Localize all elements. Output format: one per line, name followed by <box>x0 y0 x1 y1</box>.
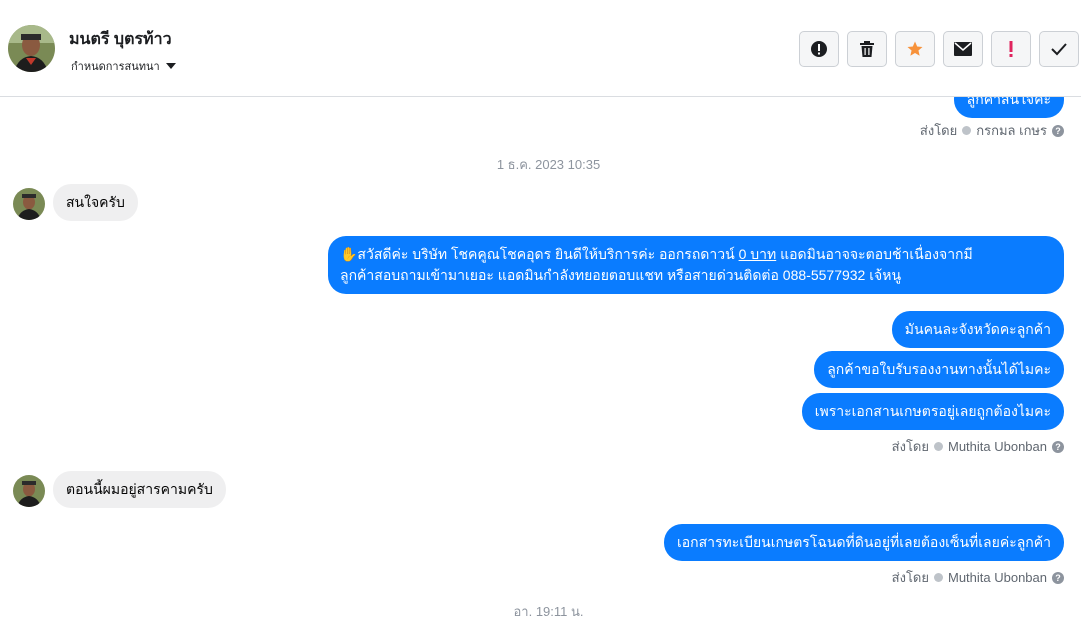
help-icon[interactable]: ? <box>1052 440 1064 453</box>
check-dot-icon <box>933 442 943 451</box>
delete-button[interactable] <box>847 31 887 67</box>
check-dot-icon <box>933 573 943 582</box>
contact-name: มนตรี บุตรท้าว <box>69 31 172 48</box>
conversation-header: มนตรี บุตรท้าว กำหนดการสนทนา <box>0 0 1081 97</box>
sent-by-label: ส่งโดย Muthita Ubonban ? <box>892 567 1064 588</box>
message-bubble-outgoing: เพราะเอกสานเกษตรอยู่เลยถูกต้องไมคะ <box>801 393 1064 430</box>
envelope-icon <box>954 42 972 56</box>
timestamp: อา. 19:11 น. <box>513 604 584 619</box>
mark-spam-button[interactable] <box>799 31 839 67</box>
message-bubble-outgoing: ลูกค้าขอใบรับรองงานทางนั้นได้ไมคะ <box>814 351 1064 388</box>
sent-by-label: ส่งโดย Muthita Ubonban ? <box>892 436 1064 457</box>
header-actions <box>799 31 1079 67</box>
sender-name: กรกมล เกษร <box>976 123 1047 138</box>
star-button[interactable] <box>895 31 935 67</box>
assign-label: กำหนดการสนทนา <box>71 61 160 73</box>
message-bubble-outgoing: ลูกค้าสนใจค่ะ <box>953 97 1064 118</box>
sender-name: Muthita Ubonban <box>947 570 1047 585</box>
help-icon[interactable]: ? <box>1052 124 1064 137</box>
help-icon[interactable]: ? <box>1052 571 1064 584</box>
check-dot-icon <box>962 126 972 135</box>
trash-icon <box>860 41 874 57</box>
done-button[interactable] <box>1039 31 1079 67</box>
caret-down-icon <box>165 63 176 69</box>
sender-name: Muthita Ubonban <box>947 439 1047 454</box>
mark-unread-button[interactable] <box>943 31 983 67</box>
contact-avatar[interactable] <box>8 25 55 72</box>
assign-conversation-dropdown[interactable]: กำหนดการสนทนา <box>71 57 176 75</box>
message-bubble-incoming: ตอนนี้ผมอยู่สารคามครับ <box>53 471 226 508</box>
check-icon <box>1051 43 1067 56</box>
flag-button[interactable] <box>991 31 1031 67</box>
message-bubble-outgoing: ✋สวัสดีค่ะ บริษัท โชคคูณโชคอุดร ยินดีให้… <box>328 236 1064 294</box>
message-thread[interactable]: ลูกค้าสนใจค่ะ ส่งโดย กรกมล เกษร ? 1 ธ.ค.… <box>0 97 1081 637</box>
message-bubble-incoming: สนใจครับ <box>53 184 138 221</box>
alert-circle-icon <box>811 41 827 57</box>
timestamp: 1 ธ.ค. 2023 10:35 <box>496 157 601 172</box>
message-bubble-outgoing: เอกสารทะเบียนเกษตรโฉนดที่ดินอยู่ที่เลยต้… <box>663 524 1064 561</box>
exclamation-icon <box>1009 41 1013 57</box>
sent-by-label: ส่งโดย กรกมล เกษร ? <box>920 120 1064 141</box>
contact-avatar-small <box>13 475 45 507</box>
message-bubble-outgoing: มันคนละจังหวัดคะลูกค้า <box>891 311 1064 348</box>
contact-avatar-small <box>13 188 45 220</box>
star-icon <box>907 41 923 56</box>
